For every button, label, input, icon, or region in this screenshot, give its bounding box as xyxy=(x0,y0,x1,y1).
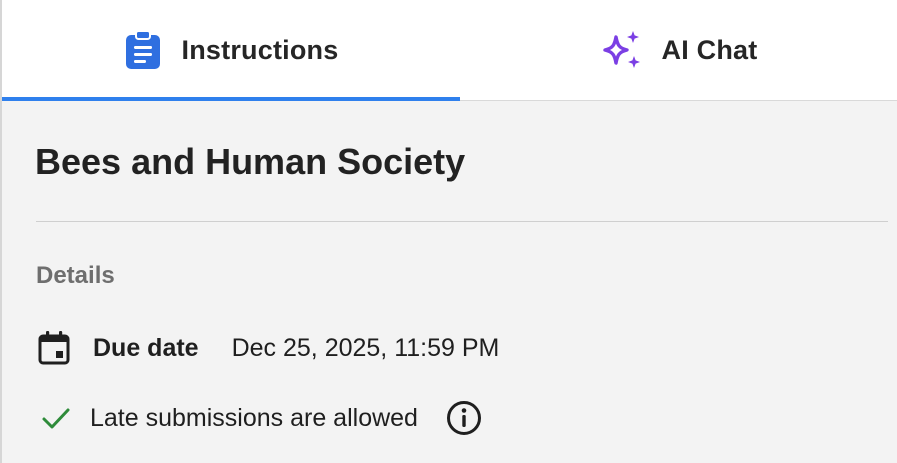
tab-instructions-label: Instructions xyxy=(181,34,339,65)
due-date-label: Due date xyxy=(93,333,199,362)
due-date-value: Dec 25, 2025, 11:59 PM xyxy=(231,333,500,362)
late-submissions-row: Late submissions are allowed xyxy=(40,399,482,437)
tab-instructions[interactable]: Instructions xyxy=(2,0,460,101)
section-divider xyxy=(36,221,888,222)
check-icon xyxy=(40,402,72,434)
calendar-icon xyxy=(37,330,71,366)
late-submissions-text: Late submissions are allowed xyxy=(90,403,418,432)
due-date-row: Due date Dec 25, 2025, 11:59 PM xyxy=(37,330,499,366)
assignment-title: Bees and Human Society xyxy=(35,141,466,182)
assignment-panel: Instructions AI Chat Bees and Human Soci… xyxy=(0,0,897,463)
tab-bar: Instructions AI Chat xyxy=(2,0,897,101)
sparkles-icon xyxy=(600,29,642,71)
info-icon[interactable] xyxy=(446,400,482,436)
tab-ai-chat[interactable]: AI Chat xyxy=(460,0,897,100)
details-heading: Details xyxy=(36,262,115,289)
clipboard-icon xyxy=(124,30,162,70)
tab-ai-chat-label: AI Chat xyxy=(661,34,758,65)
